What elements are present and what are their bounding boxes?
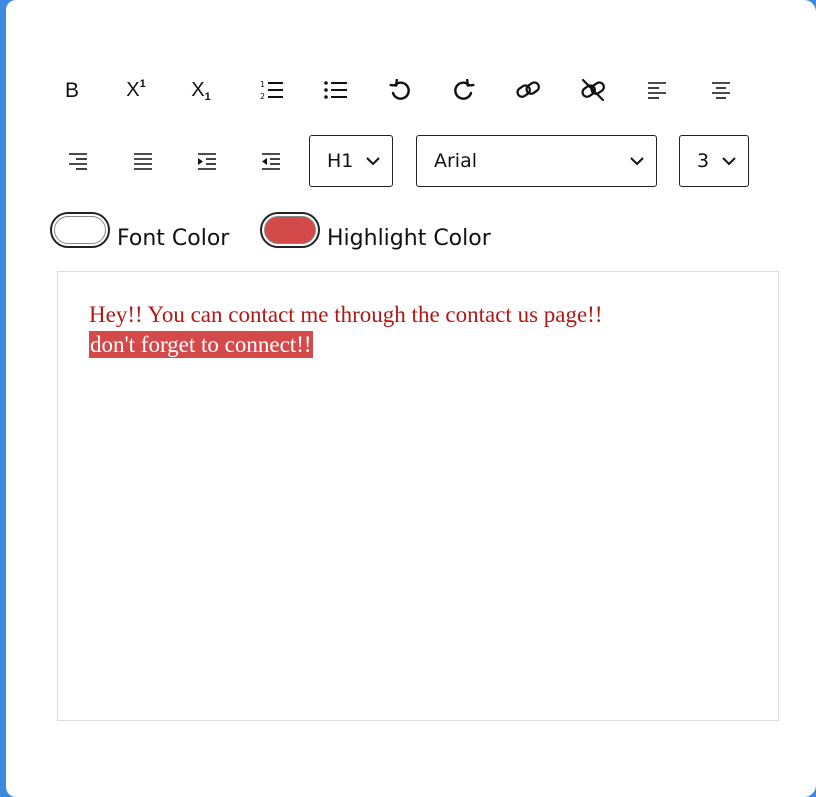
highlight-color-label: Highlight Color — [327, 226, 491, 251]
subscript-button[interactable]: X1 — [184, 73, 218, 107]
chevron-down-icon — [722, 157, 736, 166]
align-left-button[interactable] — [640, 73, 674, 107]
undo-button[interactable] — [383, 73, 417, 107]
font-family-select-value: Arial — [434, 150, 478, 172]
outdent-icon — [262, 153, 280, 170]
redo-button[interactable] — [447, 73, 481, 107]
link-button[interactable] — [511, 73, 545, 107]
link-icon — [516, 81, 540, 98]
superscript-digit: 1 — [139, 78, 146, 90]
ordered-list-button[interactable]: 1 2 — [255, 73, 289, 107]
superscript-x: X — [126, 79, 140, 101]
align-center-icon — [712, 82, 730, 99]
superscript-button[interactable]: X1 — [119, 73, 153, 107]
unordered-list-icon — [324, 81, 347, 99]
ordered-list-icon: 1 2 — [260, 80, 283, 101]
font-size-select[interactable]: 3 — [679, 135, 749, 187]
editor-highlighted-text: don't forget to connect!! — [89, 331, 313, 358]
align-justify-button[interactable] — [126, 144, 160, 178]
superscript-icon: X1 — [126, 78, 146, 101]
redo-icon — [454, 79, 475, 100]
align-center-button[interactable] — [704, 73, 738, 107]
align-right-icon — [69, 153, 87, 170]
align-right-button[interactable] — [61, 144, 95, 178]
chevron-down-icon — [366, 157, 380, 166]
font-color-swatch — [54, 216, 106, 244]
align-left-icon — [648, 82, 666, 99]
svg-text:2: 2 — [260, 92, 265, 101]
highlight-color-swatch — [264, 216, 316, 244]
align-justify-icon — [134, 153, 152, 170]
svg-text:1: 1 — [260, 80, 265, 89]
editor-card: B X1 X1 1 2 H1 Arial 3 Font Color Highli… — [6, 0, 816, 797]
bold-icon: B — [64, 78, 79, 102]
heading-select[interactable]: H1 — [309, 135, 393, 187]
font-color-label: Font Color — [117, 226, 230, 251]
subscript-icon: X1 — [191, 79, 211, 103]
font-color-picker[interactable] — [50, 212, 110, 248]
undo-icon — [389, 79, 410, 100]
indent-button[interactable] — [190, 144, 224, 178]
subscript-x: X — [191, 79, 205, 101]
outdent-button[interactable] — [254, 144, 288, 178]
indent-icon — [198, 153, 216, 170]
font-size-select-value: 3 — [697, 150, 710, 172]
unlink-button[interactable] — [576, 73, 610, 107]
editor-text-line: Hey!! You can contact me through the con… — [89, 302, 603, 327]
font-family-select[interactable]: Arial — [416, 135, 657, 187]
unlink-icon — [581, 78, 605, 102]
highlight-color-picker[interactable] — [260, 212, 320, 248]
chevron-down-icon — [630, 157, 644, 166]
unordered-list-button[interactable] — [319, 73, 353, 107]
bold-button[interactable]: B — [55, 73, 89, 107]
subscript-digit: 1 — [204, 91, 211, 103]
heading-select-value: H1 — [327, 150, 354, 172]
card-corner — [804, 0, 816, 12]
text-editor-area[interactable]: Hey!! You can contact me through the con… — [57, 271, 779, 721]
card-corner — [804, 785, 816, 797]
